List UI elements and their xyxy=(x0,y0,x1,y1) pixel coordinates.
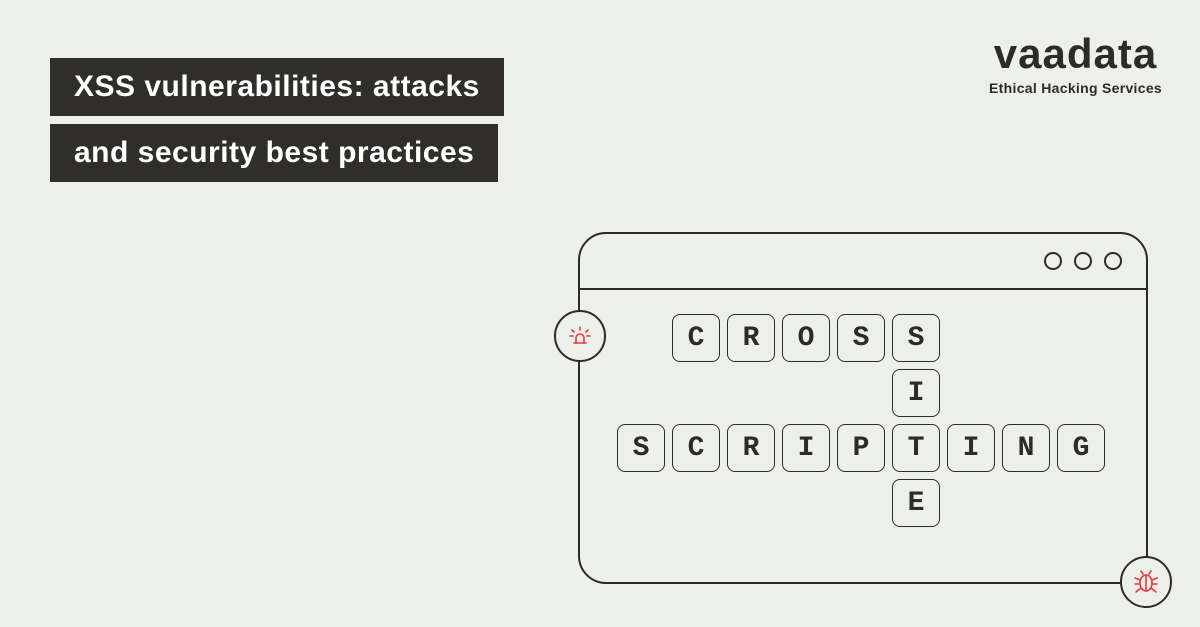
title-block: XSS vulnerabilities: attacks and securit… xyxy=(50,58,504,190)
cell-scripting-s: S xyxy=(617,424,665,472)
cell-cross-c: C xyxy=(672,314,720,362)
logo-tagline: Ethical Hacking Services xyxy=(989,80,1162,96)
logo-block: vaadata Ethical Hacking Services xyxy=(989,30,1162,96)
window-header xyxy=(580,234,1146,290)
bug-icon xyxy=(1120,556,1172,608)
cell-scripting-i2: I xyxy=(947,424,995,472)
cell-scripting-t-site-t: T xyxy=(892,424,940,472)
logo-text: vaadata xyxy=(989,30,1162,78)
cell-scripting-r: R xyxy=(727,424,775,472)
cell-scripting-n: N xyxy=(1002,424,1050,472)
window-dot-icon xyxy=(1104,252,1122,270)
cell-cross-r: R xyxy=(727,314,775,362)
cell-site-e: E xyxy=(892,479,940,527)
alarm-icon xyxy=(554,310,606,362)
cell-scripting-p: P xyxy=(837,424,885,472)
window-dot-icon xyxy=(1074,252,1092,270)
cell-site-i: I xyxy=(892,369,940,417)
cell-cross-s: S xyxy=(837,314,885,362)
browser-window: C R O S S I S C R I P T I N G E xyxy=(578,232,1148,584)
title-line-2: and security best practices xyxy=(50,124,498,182)
cell-cross-s2-site-s: S xyxy=(892,314,940,362)
cell-cross-o: O xyxy=(782,314,830,362)
title-line-1: XSS vulnerabilities: attacks xyxy=(50,58,504,116)
cell-scripting-g: G xyxy=(1057,424,1105,472)
cell-scripting-c: C xyxy=(672,424,720,472)
cell-scripting-i: I xyxy=(782,424,830,472)
window-dot-icon xyxy=(1044,252,1062,270)
